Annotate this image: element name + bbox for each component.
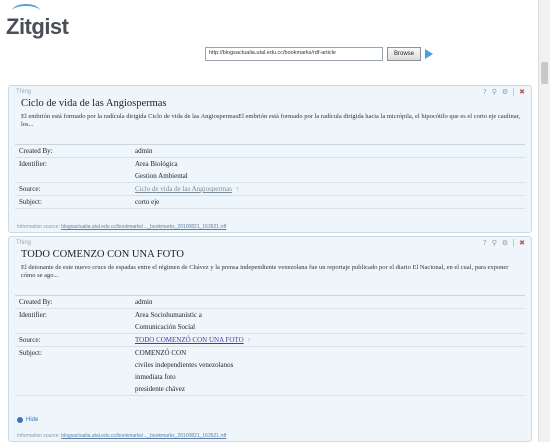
source-link[interactable]: Ciclo de vida de las Angiospermas (135, 185, 232, 193)
close-icon[interactable]: ✖ (519, 88, 525, 96)
information-source-label: Information source: (17, 224, 60, 230)
search-icon[interactable]: ⚲ (492, 239, 497, 247)
card-toolbar: ? ⚲ ⚙ ✖ (483, 88, 525, 96)
go-arrow-icon[interactable] (425, 49, 434, 59)
subject-label: Subject: (19, 198, 42, 206)
identifier-value: Area Biológica (135, 160, 178, 168)
help-icon[interactable]: ? (483, 88, 487, 96)
subject-label: Subject: (19, 349, 42, 357)
created-by-label: Created By: (19, 298, 53, 306)
source-help-icon[interactable]: ? (236, 187, 239, 193)
table-row: Subject: COMENZÓ CON civiles independien… (15, 347, 525, 396)
hide-label: Hide (26, 417, 39, 423)
browse-button[interactable]: Browse (387, 47, 422, 61)
subject-value: inmediata foto (135, 373, 176, 381)
gear-icon[interactable]: ⚙ (502, 88, 508, 96)
resource-card: Thing ? ⚲ ⚙ ✖ TODO COMENZO CON UNA FOTO … (8, 236, 532, 442)
table-row: Identifier: Area Sociohumanistic a Comun… (15, 309, 525, 334)
gear-icon[interactable]: ⚙ (502, 239, 508, 247)
card-type-tag: Thing (16, 240, 32, 246)
created-by-value: admin (135, 147, 153, 155)
identifier-value: Comunicación Social (135, 323, 196, 331)
subject-value: presidente chávez (135, 385, 185, 393)
hide-icon (17, 417, 23, 423)
scrollbar-thumb[interactable] (541, 62, 548, 84)
card-type-tag: Thing (16, 89, 32, 95)
table-row: Identifier: Area Biológica Gestion Ambie… (15, 158, 525, 183)
card-title: Ciclo de vida de las Angiospermas (21, 98, 167, 109)
table-row: Subject: corto eje (15, 196, 525, 209)
card-description: El detonante de este nuevo cruce de espa… (21, 264, 509, 279)
information-source: Information source: blogsactualia.utal.e… (17, 433, 226, 439)
table-row: Created By: admin (15, 145, 525, 158)
card-description: El embrión está formado por la radícula … (21, 113, 521, 128)
created-by-label: Created By: (19, 147, 53, 155)
identifier-value: Area Sociohumanistic a (135, 311, 202, 319)
properties-table: Created By: admin Identifier: Area Bioló… (15, 144, 525, 209)
identifier-value: Gestion Ambiental (135, 172, 188, 180)
page-scrollbar[interactable] (538, 0, 550, 442)
information-source-link[interactable]: blogsactualia.utal.edu.cc/bookmarks/..._… (61, 224, 226, 230)
help-icon[interactable]: ? (483, 239, 487, 247)
subject-value: civiles independientes venezolanos (135, 361, 234, 369)
information-source: Information source: blogsactualia.utal.e… (17, 224, 226, 230)
card-title: TODO COMENZO CON UNA FOTO (21, 249, 184, 260)
properties-table: Created By: admin Identifier: Area Socio… (15, 295, 525, 396)
subject-value: COMENZÓ CON (135, 349, 187, 357)
created-by-value: admin (135, 298, 153, 306)
information-source-label: Information source: (17, 433, 60, 439)
hide-button[interactable]: Hide (17, 417, 38, 423)
toolbar-divider (513, 239, 515, 247)
table-row: Source: TODO COMENZÓ CON UNA FOTO? (15, 334, 525, 347)
table-row: Created By: admin (15, 296, 525, 309)
table-row: Source: Ciclo de vida de las Angiosperma… (15, 183, 525, 196)
identifier-label: Identifier: (19, 311, 47, 319)
url-bar: http://blogsactualia.utal.edu.cc/bookmar… (205, 47, 434, 61)
resource-card: Thing ? ⚲ ⚙ ✖ Ciclo de vida de las Angio… (8, 85, 532, 233)
toolbar-divider (513, 88, 515, 96)
source-label: Source: (19, 336, 41, 344)
card-toolbar: ? ⚲ ⚙ ✖ (483, 239, 525, 247)
information-source-link[interactable]: blogsactualia.utal.edu.cc/bookmarks/..._… (61, 433, 226, 439)
search-icon[interactable]: ⚲ (492, 88, 497, 96)
source-link[interactable]: TODO COMENZÓ CON UNA FOTO (135, 336, 244, 344)
subject-value: corto eje (135, 198, 160, 206)
close-icon[interactable]: ✖ (519, 239, 525, 247)
source-label: Source: (19, 185, 41, 193)
identifier-label: Identifier: (19, 160, 47, 168)
logo-text: Zitgist (6, 14, 69, 39)
zitgist-logo: Zitgist (6, 4, 76, 40)
source-help-icon[interactable]: ? (248, 338, 251, 344)
url-input[interactable]: http://blogsactualia.utal.edu.cc/bookmar… (205, 47, 383, 61)
